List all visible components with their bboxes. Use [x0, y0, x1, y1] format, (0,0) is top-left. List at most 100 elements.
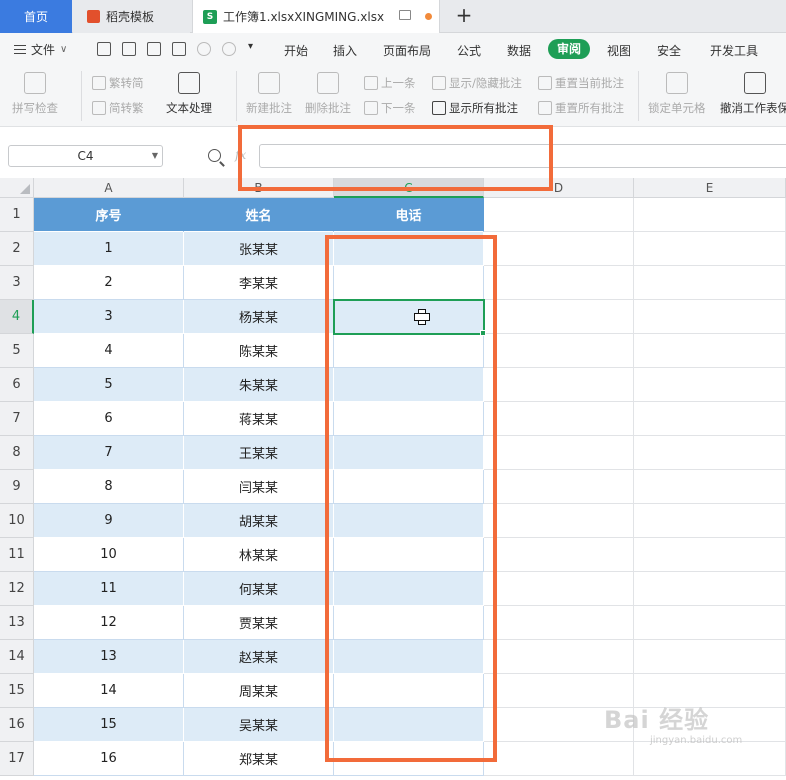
grid-cell[interactable] — [634, 368, 786, 402]
grid-cell[interactable] — [634, 606, 786, 640]
grid-cell[interactable] — [634, 266, 786, 300]
row-header-17[interactable]: 17 — [0, 742, 34, 776]
table-cell[interactable] — [334, 742, 484, 776]
menu-insert[interactable]: 插入 — [333, 42, 357, 59]
menu-security[interactable]: 安全 — [657, 42, 681, 59]
grid-cell[interactable] — [484, 640, 634, 674]
table-cell[interactable]: 朱某某 — [184, 368, 334, 402]
print-preview-icon[interactable] — [172, 42, 186, 56]
table-cell[interactable]: 4 — [34, 334, 184, 368]
grid-cell[interactable] — [634, 300, 786, 334]
table-cell[interactable]: 11 — [34, 572, 184, 606]
grid-cell[interactable] — [484, 538, 634, 572]
grid-cell[interactable] — [634, 436, 786, 470]
table-cell[interactable]: 何某某 — [184, 572, 334, 606]
table-cell[interactable]: 贾某某 — [184, 606, 334, 640]
delete-comment-button[interactable]: 删除批注 — [305, 72, 351, 116]
table-cell[interactable] — [334, 402, 484, 436]
grid-cell[interactable] — [484, 436, 634, 470]
table-header-cell[interactable]: 序号 — [34, 198, 184, 232]
table-cell[interactable]: 16 — [34, 742, 184, 776]
grid-cell[interactable] — [634, 572, 786, 606]
grid-cell[interactable] — [634, 538, 786, 572]
table-header-cell[interactable]: 电话 — [334, 198, 484, 232]
table-cell[interactable]: 2 — [34, 266, 184, 300]
next-comment-button[interactable]: 下一条 — [364, 100, 416, 116]
new-tab-button[interactable]: + — [452, 3, 476, 29]
undo-icon[interactable] — [197, 42, 211, 56]
table-cell[interactable]: 杨某某 — [184, 300, 334, 334]
table-cell[interactable]: 3 — [34, 300, 184, 334]
simp-to-trad-button[interactable]: 简转繁 — [92, 100, 144, 116]
row-header-12[interactable]: 12 — [0, 572, 34, 606]
menu-start[interactable]: 开始 — [284, 42, 308, 59]
row-header-9[interactable]: 9 — [0, 470, 34, 504]
table-cell[interactable]: 10 — [34, 538, 184, 572]
grid-cell[interactable] — [634, 198, 786, 232]
menu-page-layout[interactable]: 页面布局 — [383, 42, 431, 59]
table-cell[interactable] — [334, 538, 484, 572]
table-cell[interactable] — [334, 436, 484, 470]
column-header-d[interactable]: D — [484, 178, 634, 198]
redo-icon[interactable] — [222, 42, 236, 56]
row-header-7[interactable]: 7 — [0, 402, 34, 436]
table-cell[interactable]: 郑某某 — [184, 742, 334, 776]
grid-cell[interactable] — [484, 232, 634, 266]
column-header-a[interactable]: A — [34, 178, 184, 198]
lock-cell-button[interactable]: 锁定单元格 — [648, 72, 706, 116]
row-header-5[interactable]: 5 — [0, 334, 34, 368]
reset-all-comments-button[interactable]: 重置所有批注 — [538, 100, 624, 116]
new-comment-button[interactable]: 新建批注 — [246, 72, 292, 116]
table-cell[interactable] — [334, 504, 484, 538]
unprotect-sheet-button[interactable]: 撤消工作表保 — [720, 72, 786, 116]
table-cell[interactable]: 13 — [34, 640, 184, 674]
share-icon[interactable] — [122, 42, 136, 56]
row-header-2[interactable]: 2 — [0, 232, 34, 266]
table-cell[interactable]: 陈某某 — [184, 334, 334, 368]
table-cell[interactable]: 闫某某 — [184, 470, 334, 504]
table-cell[interactable]: 8 — [34, 470, 184, 504]
menu-data[interactable]: 数据 — [507, 42, 531, 59]
trad-to-simp-button[interactable]: 繁转简 — [92, 75, 144, 91]
grid-cell[interactable] — [484, 266, 634, 300]
table-cell[interactable] — [334, 640, 484, 674]
select-all-corner[interactable] — [0, 178, 34, 198]
row-header-10[interactable]: 10 — [0, 504, 34, 538]
table-header-cell[interactable]: 姓名 — [184, 198, 334, 232]
table-cell[interactable]: 蒋某某 — [184, 402, 334, 436]
table-cell[interactable]: 14 — [34, 674, 184, 708]
row-header-16[interactable]: 16 — [0, 708, 34, 742]
row-header-14[interactable]: 14 — [0, 640, 34, 674]
grid-cell[interactable] — [484, 300, 634, 334]
show-all-comments-button[interactable]: 显示所有批注 — [432, 100, 518, 116]
table-cell[interactable]: 赵某某 — [184, 640, 334, 674]
grid-cell[interactable] — [484, 572, 634, 606]
table-cell[interactable]: 李某某 — [184, 266, 334, 300]
table-cell[interactable] — [334, 232, 484, 266]
grid-cell[interactable] — [634, 334, 786, 368]
grid-cell[interactable] — [634, 232, 786, 266]
table-cell[interactable]: 张某某 — [184, 232, 334, 266]
text-process-button[interactable]: 文本处理 — [166, 72, 212, 116]
tab-template[interactable]: 稻壳模板 — [73, 0, 190, 33]
row-header-11[interactable]: 11 — [0, 538, 34, 572]
table-cell[interactable]: 吴某某 — [184, 708, 334, 742]
table-cell[interactable]: 1 — [34, 232, 184, 266]
table-cell[interactable]: 7 — [34, 436, 184, 470]
table-cell[interactable]: 6 — [34, 402, 184, 436]
row-header-13[interactable]: 13 — [0, 606, 34, 640]
monitor-icon[interactable] — [399, 10, 411, 20]
grid-cell[interactable] — [484, 742, 634, 776]
column-header-c[interactable]: C — [334, 178, 484, 198]
table-cell[interactable] — [334, 470, 484, 504]
grid-cell[interactable] — [484, 504, 634, 538]
table-cell[interactable] — [334, 334, 484, 368]
table-cell[interactable]: 5 — [34, 368, 184, 402]
formula-input[interactable] — [259, 144, 786, 168]
grid-cell[interactable] — [484, 606, 634, 640]
grid-cell[interactable] — [634, 470, 786, 504]
grid-cell[interactable] — [634, 504, 786, 538]
table-cell[interactable]: 林某某 — [184, 538, 334, 572]
row-header-6[interactable]: 6 — [0, 368, 34, 402]
chevron-down-icon[interactable]: ▼ — [152, 146, 158, 166]
